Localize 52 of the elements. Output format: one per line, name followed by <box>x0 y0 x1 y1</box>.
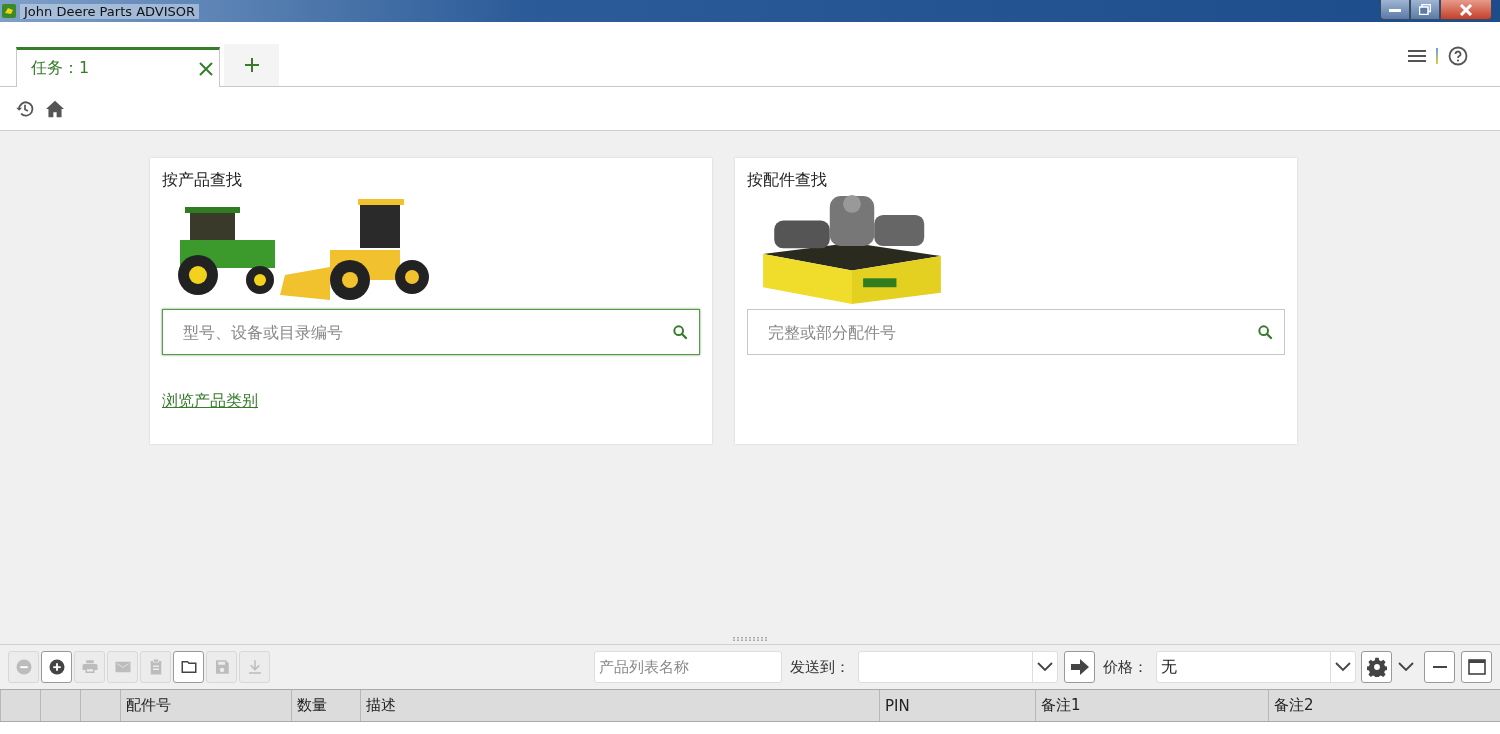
column-header[interactable]: 描述 <box>360 690 879 721</box>
print-icon <box>80 658 99 676</box>
add-tab-button[interactable] <box>224 44 279 86</box>
card-title: 按产品查找 <box>162 170 243 191</box>
chevron-down-icon <box>1037 662 1053 672</box>
list-name-field[interactable]: 产品列表名称 <box>594 651 782 683</box>
history-icon[interactable] <box>15 98 35 119</box>
card-title: 按配件查找 <box>747 170 828 191</box>
column-header[interactable]: 数量 <box>291 690 360 721</box>
minimize-icon <box>1389 7 1401 12</box>
search-field[interactable]: 型号、设备或目录编号 <box>162 309 700 355</box>
search-field[interactable]: 完整或部分配件号 <box>747 309 1285 355</box>
chevron-down-icon <box>1335 662 1351 672</box>
minus-circle-icon <box>14 658 33 676</box>
menu-icon[interactable] <box>1408 49 1426 63</box>
tab[interactable]: 任务：1 <box>16 47 220 87</box>
plus-icon <box>244 58 259 72</box>
column-header[interactable]: 备注2 <box>1268 690 1500 721</box>
tab-label: 任务：1 <box>31 58 90 79</box>
plus-circle-icon <box>47 658 66 676</box>
restore-icon <box>1419 4 1431 15</box>
column-header[interactable]: 备注1 <box>1035 690 1268 721</box>
app-logo-icon <box>2 4 16 18</box>
window-title: John Deere Parts ADVISOR <box>20 3 200 19</box>
column-header[interactable]: 配件号 <box>120 690 291 721</box>
close-icon <box>1459 3 1473 16</box>
chevron-down-icon <box>1398 662 1414 672</box>
restore-button[interactable] <box>1410 0 1440 20</box>
settings-icon <box>1366 657 1387 677</box>
arrow-right-icon <box>1070 659 1089 675</box>
settings-button[interactable] <box>1361 651 1392 683</box>
collapse-panel-button[interactable] <box>1424 651 1455 683</box>
price-dropdown[interactable]: 无 <box>1156 651 1356 683</box>
maximize-icon <box>1467 659 1486 675</box>
home-icon[interactable] <box>45 99 65 118</box>
splitter-grip-icon[interactable] <box>733 637 767 641</box>
close-button[interactable] <box>1440 0 1492 20</box>
minimize-button[interactable] <box>1380 0 1410 20</box>
maximize-panel-button[interactable] <box>1461 651 1492 683</box>
browse-categories-link[interactable]: 浏览产品类别 <box>162 391 258 412</box>
folder-icon <box>179 658 198 676</box>
close-tab-icon[interactable] <box>199 61 213 76</box>
price-label: 价格： <box>1103 657 1148 677</box>
search-icon[interactable] <box>1257 324 1273 340</box>
search-icon[interactable] <box>672 324 688 340</box>
send-button[interactable] <box>1064 651 1095 683</box>
help-icon[interactable] <box>1448 46 1468 66</box>
folder-button[interactable] <box>173 651 204 683</box>
send-to-label: 发送到： <box>790 657 850 677</box>
column-header[interactable]: PIN <box>879 690 1035 721</box>
minus-icon <box>1432 666 1447 668</box>
add-button[interactable] <box>41 651 72 683</box>
